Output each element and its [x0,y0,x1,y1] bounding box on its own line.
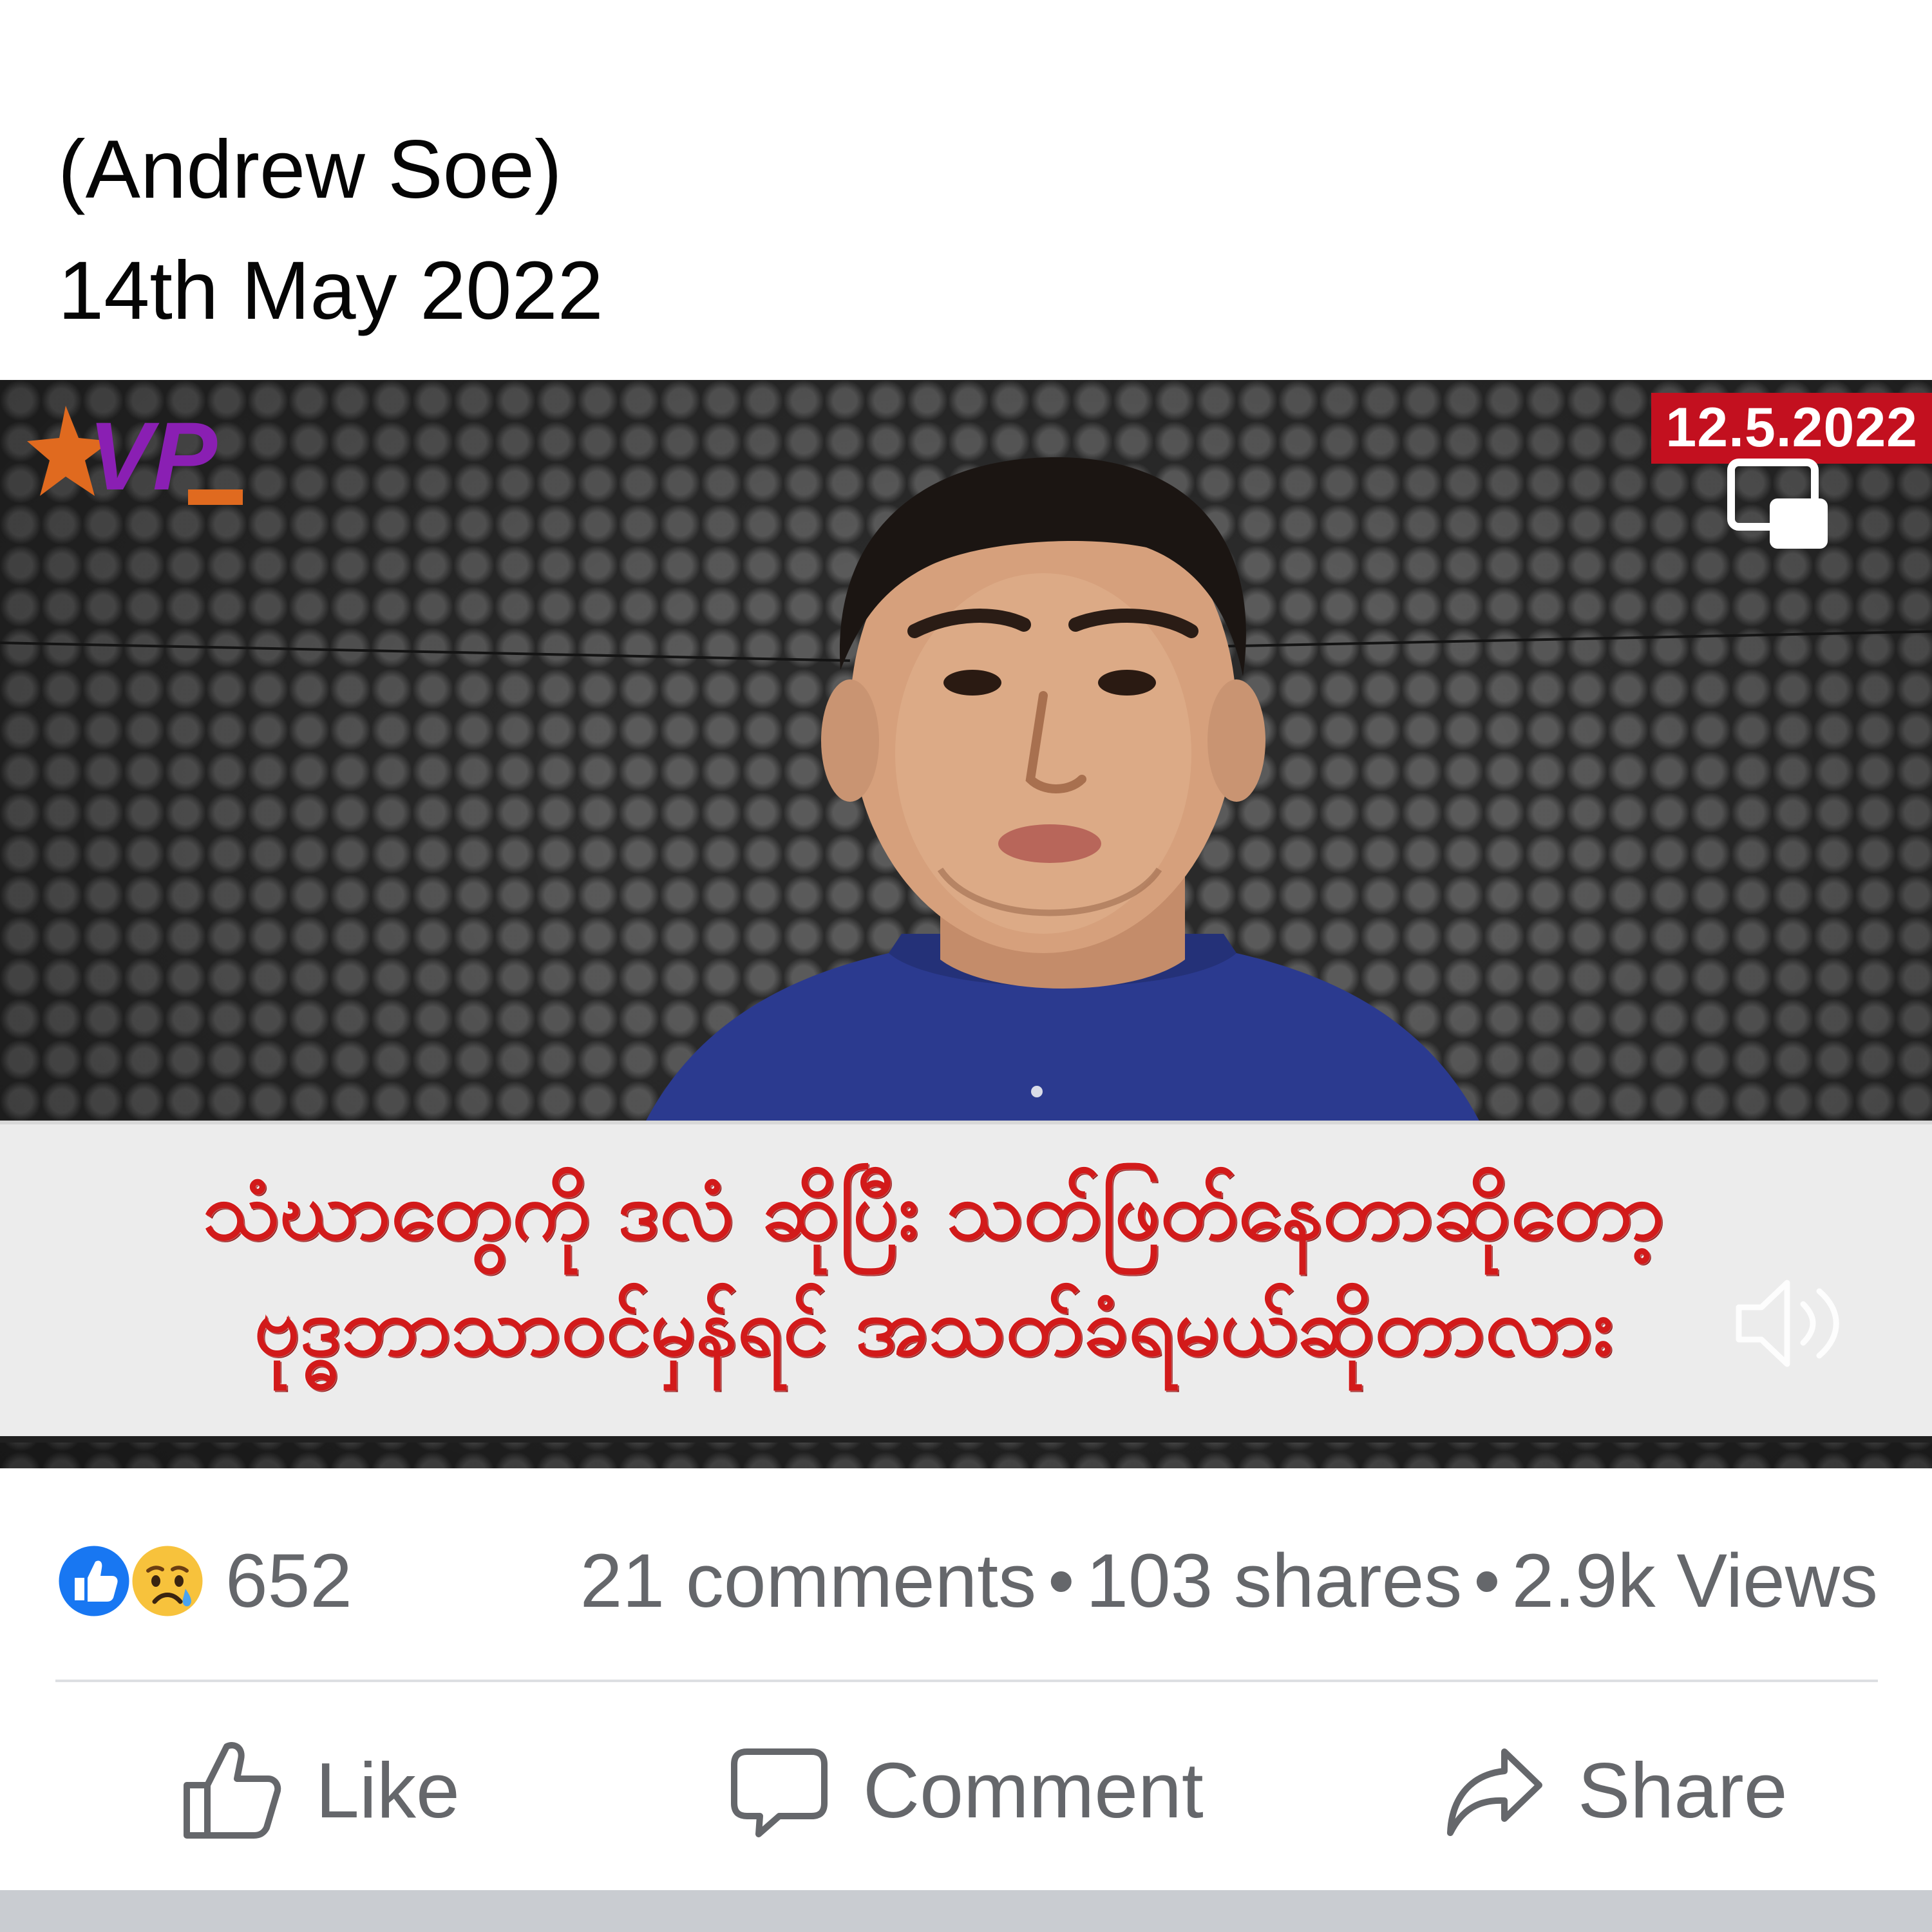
comment-button[interactable]: Comment [728,1713,1204,1868]
thumbs-up-icon [184,1742,281,1839]
share-label: Share [1578,1747,1788,1834]
sad-reaction-icon [129,1542,206,1620]
share-arrow-icon [1447,1748,1542,1836]
post-caption: (Andrew Soe) 14th May 2022 [58,109,603,352]
comment-bubble-icon [731,1748,828,1837]
subtitle-line-1: သံဃာတွေကို ဒလံ ဆိုပြီး သတ်ဖြတ်နေတာဆိုတော… [203,1165,1665,1258]
reaction-count: 652 [225,1539,352,1624]
engagement-stats: 652 21 comments • 103 shares • 2.9k Views [55,1533,1878,1629]
comment-label: Comment [863,1747,1204,1834]
date-badge: 12.5.2022 [1651,393,1932,464]
shares-count[interactable]: 103 shares [1086,1539,1462,1624]
subtitle-line-2: ဗုဒ္ဓဘာသာဝင်မှန်ရင် အသတ်ခံရမယ်ဆိုတာလား [254,1281,1614,1374]
feed-separator [0,1890,1932,1932]
caption-author: (Andrew Soe) [58,124,562,216]
comments-count[interactable]: 21 comments [580,1539,1036,1624]
views-count: 2.9k Views [1511,1539,1878,1624]
volume-icon[interactable] [1732,1275,1842,1372]
like-button[interactable]: Like [180,1713,460,1868]
like-label: Like [316,1747,460,1834]
like-reaction-icon [55,1542,133,1620]
reactions-summary[interactable]: 652 [55,1533,352,1629]
post-actions: Like Comment Share [0,1713,1932,1868]
share-button[interactable]: Share [1443,1713,1788,1868]
facebook-post: (Andrew Soe) 14th May 2022 VP 12.5.2022 … [0,0,1932,1932]
video-player[interactable]: VP 12.5.2022 သံဃာတွေကို ဒလံ ဆိုပြီး သတ်ဖ… [0,380,1932,1468]
caption-date: 14th May 2022 [58,245,603,337]
post-counts: 21 comments • 103 shares • 2.9k Views [580,1533,1878,1629]
separator-dot: • [1473,1539,1501,1624]
divider [55,1680,1878,1682]
subtitle-bar: သံဃာတွေကို ဒလံ ဆိုပြီး သတ်ဖြတ်နေတာဆိုတော… [0,1121,1932,1443]
channel-logo: VP [27,402,243,510]
separator-dot: • [1048,1539,1075,1624]
picture-in-picture-icon[interactable] [1726,457,1829,554]
